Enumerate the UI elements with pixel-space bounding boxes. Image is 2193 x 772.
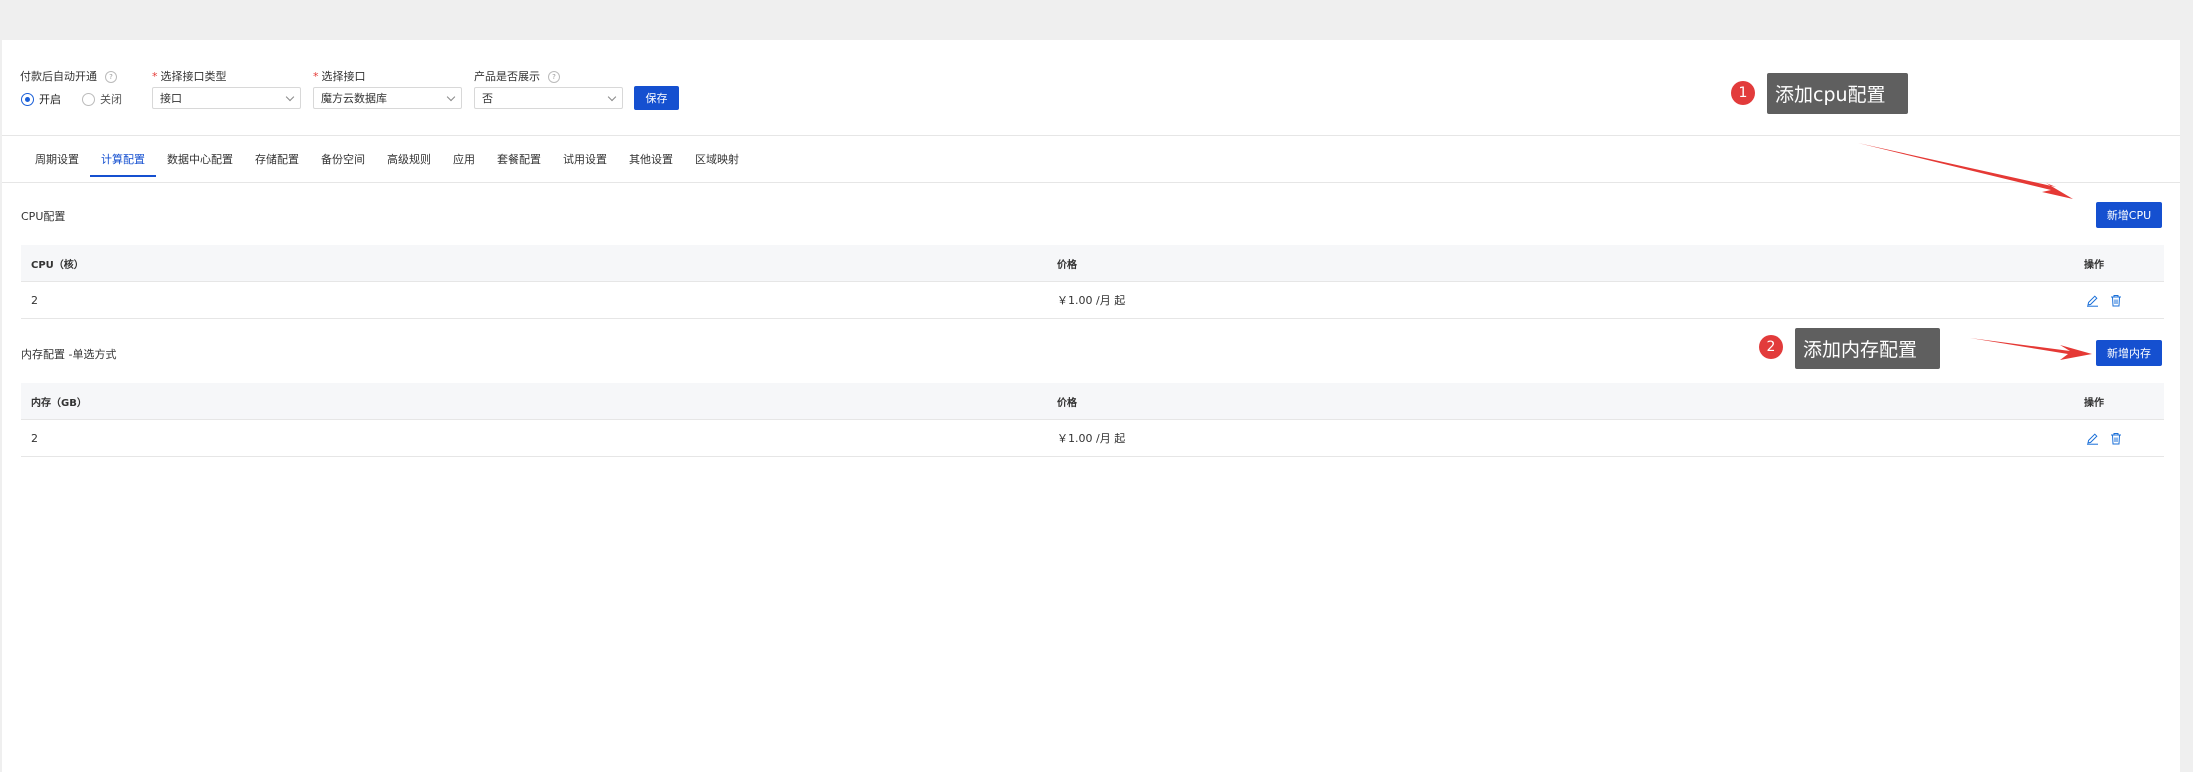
annotation-arrows [1858, 143, 2092, 360]
arrow-to-add-cpu [1858, 143, 2073, 199]
arrow-to-add-memory [1970, 338, 2092, 360]
